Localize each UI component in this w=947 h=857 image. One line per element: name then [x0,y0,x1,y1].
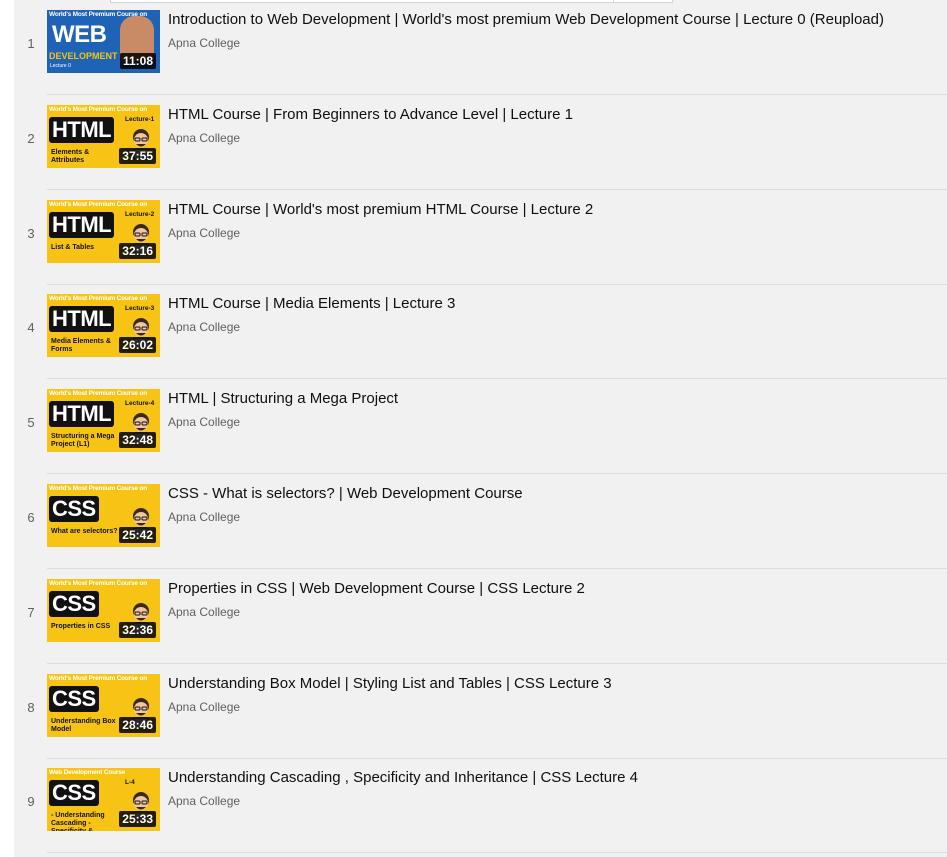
channel-name[interactable]: Apna College [168,605,937,619]
video-duration: 26:02 [119,337,156,354]
thumb-series: World's Most Premium Course on [49,485,147,492]
video-duration: 32:48 [119,432,156,449]
thumb-series: World's Most Premium Course on [49,674,147,682]
playlist-item[interactable]: 7 World's Most Premium Course on CSS Proper… [14,569,947,664]
playlist-item[interactable]: 3 World's Most Premium Course on HTML Lectu… [14,190,947,285]
channel-name[interactable]: Apna College [168,415,937,429]
video-info: Introduction to Web Development | World'… [168,10,937,50]
video-duration: 11:08 [119,53,156,69]
thumb-subtitle: What are selectors? [51,528,118,535]
playlist-item[interactable]: 1 World's Most Premium Course on WEB DEVELO… [14,0,947,95]
thumb-subtitle: Understanding Box Model [51,717,116,733]
playlist-index: 9 [27,794,35,810]
playlist-index: 4 [27,320,35,336]
video-info: Understanding Cascading , Specificity an… [168,768,937,808]
video-duration: 25:42 [119,527,156,543]
video-thumbnail[interactable]: World's Most Premium Course on HTML Lectur… [47,104,160,168]
playlist-item[interactable]: 8 World's Most Premium Course on CSS Unders… [14,664,947,759]
video-info: Properties in CSS | Web Development Cour… [168,579,937,619]
thumb-badge: CSS [49,685,99,712]
playlist-item[interactable]: 2 World's Most Premium Course on HTML Lectu… [14,95,947,190]
thumb-badge: HTML [49,211,115,238]
thumb-lecture: L-4 [125,779,135,787]
thumb-series: World's Most Premium Course on [49,579,147,587]
video-thumbnail[interactable]: World's Most Premium Course on WEB DEVELOP… [47,10,160,73]
channel-name[interactable]: Apna College [168,510,937,524]
playlist-index: 3 [27,225,35,241]
thumb-badge: CSS [49,780,99,807]
video-thumbnail[interactable]: World's Most Premium Course on CSS What ar… [47,484,160,547]
video-title[interactable]: HTML Course | Media Elements | Lecture 3 [168,294,937,314]
thumb-lecture: Lecture 0 [50,63,71,69]
video-title[interactable]: Understanding Cascading , Specificity an… [168,768,937,788]
playlist-index: 8 [27,699,35,715]
playlist-item[interactable]: 6 World's Most Premium Course on CSS What a… [14,474,947,569]
thumb-series: Web Development Course [49,769,126,777]
thumb-badge: HTML [49,306,115,333]
video-duration: 25:33 [119,811,156,828]
thumb-badge: HTML [49,401,115,428]
left-rail [0,0,14,857]
playlist-index: 2 [27,130,35,146]
video-info: HTML | Structuring a Mega Project Apna Co… [168,389,937,429]
video-thumbnail[interactable]: World's Most Premium Course on HTML Lectur… [47,389,160,453]
thumb-subtitle: Properties in CSS [51,622,111,630]
channel-name[interactable]: Apna College [168,226,937,240]
video-thumbnail[interactable]: World's Most Premium Course on CSS Propert… [47,578,160,642]
thumb-series: World's Most Premium Course on [49,105,147,113]
thumb-lecture: Lecture-3 [125,305,155,313]
thumb-badge: CSS [49,496,99,522]
channel-name[interactable]: Apna College [168,320,937,334]
video-info: HTML Course | From Beginners to Advance … [168,105,937,145]
playlist-item[interactable]: 4 World's Most Premium Course on HTML Lectu… [14,284,947,380]
thumb-lecture: Lecture-4 [125,400,155,408]
thumb-series: World's Most Premium Course on [49,390,147,398]
video-info: HTML Course | Media Elements | Lecture 3… [168,294,937,334]
video-duration: 32:16 [119,242,156,259]
video-info: HTML Course | World's most premium HTML … [168,200,937,240]
video-title[interactable]: Properties in CSS | Web Development Cour… [168,579,937,599]
video-title[interactable]: HTML Course | World's most premium HTML … [168,200,937,220]
video-title[interactable]: HTML | Structuring a Mega Project [168,389,937,409]
thumb-lecture: Lecture-1 [125,115,155,123]
row-divider [47,852,947,854]
video-info: CSS - What is selectors? | Web Developme… [168,484,937,524]
thumb-subtitle: - Understanding Cascading - Specificity … [51,812,105,831]
thumb-subtitle: DEVELOPMENT [49,51,118,61]
video-title[interactable]: Understanding Box Model | Styling List a… [168,674,937,694]
video-title[interactable]: Introduction to Web Development | World'… [168,10,937,30]
thumb-subtitle: Media Elements & Forms [51,338,111,354]
thumb-subtitle: Structuring a Mega Project (L1) [51,433,115,449]
thumb-series: World's Most Premium Course on [49,200,147,208]
playlist-item[interactable]: 5 World's Most Premium Course on HTML Lectu… [14,379,947,475]
thumb-subtitle: List & Tables [51,243,95,251]
channel-name[interactable]: Apna College [168,131,937,145]
video-info: Understanding Box Model | Styling List a… [168,674,937,714]
video-duration: 28:46 [119,716,156,733]
playlist-index: 1 [27,36,35,51]
playlist-index: 6 [27,510,35,525]
video-thumbnail[interactable]: World's Most Premium Course on CSS Underst… [47,673,160,737]
video-thumbnail[interactable]: Web Development Course CSS L-4 - Understand… [47,768,160,832]
thumb-badge: HTML [49,116,115,143]
video-title[interactable]: CSS - What is selectors? | Web Developme… [168,484,937,504]
thumb-series: World's Most Premium Course on [49,295,147,303]
playlist-index: 7 [27,604,35,620]
thumb-lecture: Lecture-2 [125,210,155,218]
video-thumbnail[interactable]: World's Most Premium Course on HTML Lectur… [47,199,160,263]
channel-name[interactable]: Apna College [168,700,937,714]
video-title[interactable]: HTML Course | From Beginners to Advance … [168,105,937,125]
video-duration: 37:55 [119,147,156,164]
playlist-index: 5 [27,415,35,431]
video-duration: 32:36 [119,621,156,638]
thumb-badge: WEB [52,21,107,48]
video-thumbnail[interactable]: World's Most Premium Course on HTML Lectur… [47,294,160,358]
playlist-item[interactable]: 9 Web Development Course CSS L-4 - Understan… [14,758,947,854]
channel-name[interactable]: Apna College [168,794,937,808]
thumb-badge: CSS [49,590,99,617]
thumb-subtitle: Elements & Attributes [51,148,90,164]
channel-name[interactable]: Apna College [168,36,937,50]
